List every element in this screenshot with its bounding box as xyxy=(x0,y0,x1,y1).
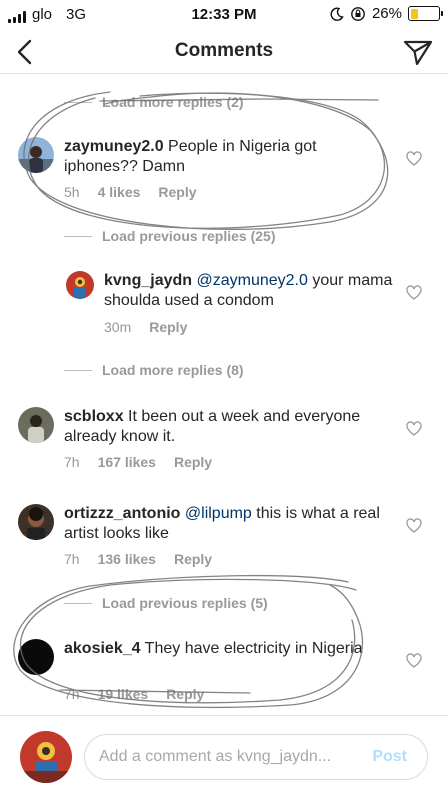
comment-time: 7h xyxy=(64,686,80,702)
comment-likes[interactable]: 136 likes xyxy=(98,551,156,567)
comment-meta: 7h 167 likes Reply xyxy=(64,454,212,470)
comment-text: scbloxx It been out a week and everyone … xyxy=(64,407,384,447)
comments-header: Comments xyxy=(0,30,448,74)
chevron-left-icon xyxy=(17,39,32,65)
direct-message-button[interactable] xyxy=(402,36,434,68)
comment-username[interactable]: scbloxx xyxy=(64,408,124,425)
comment-item: zaymuney2.0 People in Nigeria got iphone… xyxy=(0,133,448,213)
heart-icon[interactable] xyxy=(406,518,422,534)
avatar-photo xyxy=(18,504,54,540)
load-more-replies-link[interactable]: Load more replies (2) xyxy=(64,94,244,110)
heart-icon[interactable] xyxy=(406,151,422,167)
avatar[interactable] xyxy=(18,137,54,173)
battery-level xyxy=(410,8,418,19)
comment-mention[interactable]: @zaymuney2.0 xyxy=(196,272,307,289)
comment-username[interactable]: ortizzz_antonio xyxy=(64,505,180,522)
divider-line xyxy=(64,235,92,237)
reply-button[interactable]: Reply xyxy=(149,319,187,335)
comment-text: kvng_jaydn @zaymuney2.0 your mama should… xyxy=(104,271,394,311)
avatar[interactable] xyxy=(18,407,54,443)
comment-username[interactable]: zaymuney2.0 xyxy=(64,138,164,155)
avatar[interactable] xyxy=(66,271,94,299)
moon-icon xyxy=(330,7,344,21)
comment-username[interactable]: akosiek_4 xyxy=(64,640,141,657)
reply-button[interactable]: Reply xyxy=(166,686,204,702)
heart-icon[interactable] xyxy=(406,285,422,301)
comment-meta: 30m Reply xyxy=(104,319,187,335)
comment-meta: 7h 136 likes Reply xyxy=(64,551,212,567)
status-right: 26% xyxy=(330,5,443,22)
comment-input[interactable] xyxy=(99,735,359,779)
comment-input-wrapper: Post xyxy=(84,734,428,780)
battery-percent: 26% xyxy=(371,5,402,22)
page-title: Comments xyxy=(174,40,274,61)
comment-likes[interactable]: 4 likes xyxy=(98,184,141,200)
comment-text: zaymuney2.0 People in Nigeria got iphone… xyxy=(64,137,384,177)
comment-item: akosiek_4 They have electricity in Niger… xyxy=(0,637,448,715)
comment-time: 5h xyxy=(64,184,80,200)
comment-time: 30m xyxy=(104,319,132,335)
comment-likes[interactable]: 19 likes xyxy=(98,686,149,702)
battery-icon xyxy=(408,6,443,21)
status-bar: glo 3G 12:33 PM 26% xyxy=(0,0,448,30)
paper-plane-icon xyxy=(403,40,433,66)
reply-item: kvng_jaydn @zaymuney2.0 your mama should… xyxy=(0,269,448,349)
divider-line xyxy=(64,101,92,103)
avatar-photo xyxy=(18,407,54,443)
avatar-photo xyxy=(66,271,94,299)
comment-item: scbloxx It been out a week and everyone … xyxy=(0,405,448,485)
load-previous-replies-link[interactable]: Load previous replies (25) xyxy=(64,228,276,244)
rotation-lock-icon xyxy=(351,6,365,21)
reply-button[interactable]: Reply xyxy=(158,184,196,200)
load-link-label: Load more replies (2) xyxy=(102,94,244,110)
reply-button[interactable]: Reply xyxy=(174,551,212,567)
heart-icon[interactable] xyxy=(406,653,422,669)
current-user-avatar xyxy=(20,731,72,783)
avatar-photo xyxy=(18,137,54,173)
load-more-replies-link[interactable]: Load more replies (8) xyxy=(64,362,244,378)
heart-icon[interactable] xyxy=(406,421,422,437)
post-button[interactable]: Post xyxy=(372,748,407,766)
comment-meta: 5h 4 likes Reply xyxy=(64,184,197,200)
comment-time: 7h xyxy=(64,551,80,567)
comment-username[interactable]: kvng_jaydn xyxy=(104,272,192,289)
load-link-label: Load previous replies (5) xyxy=(102,595,268,611)
avatar[interactable] xyxy=(18,639,54,675)
comment-meta: 7h 19 likes Reply xyxy=(64,686,204,702)
comment-text: akosiek_4 They have electricity in Niger… xyxy=(64,639,384,659)
comment-likes[interactable]: 167 likes xyxy=(98,454,156,470)
comment-item: ortizzz_antonio @lilpump this is what a … xyxy=(0,502,448,582)
comment-text: ortizzz_antonio @lilpump this is what a … xyxy=(64,504,394,544)
comment-mention[interactable]: @lilpump xyxy=(185,505,252,522)
divider-line xyxy=(64,369,92,371)
comment-body: They have electricity in Nigeria xyxy=(140,640,363,657)
avatar[interactable] xyxy=(18,504,54,540)
avatar-photo xyxy=(20,731,72,783)
load-link-label: Load more replies (8) xyxy=(102,362,244,378)
comment-composer: Post xyxy=(0,715,448,793)
reply-button[interactable]: Reply xyxy=(174,454,212,470)
load-link-label: Load previous replies (25) xyxy=(102,228,276,244)
back-button[interactable] xyxy=(10,36,42,68)
load-previous-replies-link[interactable]: Load previous replies (5) xyxy=(64,595,268,611)
comment-time: 7h xyxy=(64,454,80,470)
comments-list: Load more replies (2) zaymuney2.0 People… xyxy=(0,75,448,715)
divider-line xyxy=(64,602,92,604)
